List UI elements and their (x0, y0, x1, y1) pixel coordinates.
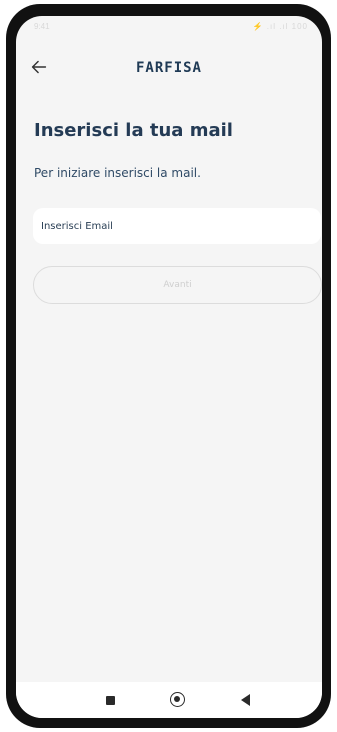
status-bar: 9:41 ⚡ .ıl .ıl 100 (16, 16, 322, 40)
app-screen: 9:41 ⚡ .ıl .ıl 100 FARFISA Inserisci la … (16, 16, 322, 718)
page-title: Inserisci la tua mail (34, 120, 233, 141)
page-subtitle: Per iniziare inserisci la mail. (34, 166, 201, 180)
next-button[interactable]: Avanti (33, 266, 322, 304)
circle-icon[interactable] (170, 692, 185, 707)
system-nav-bar (16, 682, 322, 718)
status-time: 9:41 (34, 22, 50, 31)
app-bar: FARFISA (16, 54, 322, 86)
email-field[interactable] (33, 208, 321, 244)
status-icons: ⚡ .ıl .ıl 100 (252, 22, 308, 31)
square-icon[interactable] (106, 696, 115, 705)
brand-logo: FARFISA (135, 60, 202, 76)
phone-frame: 9:41 ⚡ .ıl .ıl 100 FARFISA Inserisci la … (6, 4, 331, 728)
triangle-back-icon[interactable] (241, 694, 250, 706)
